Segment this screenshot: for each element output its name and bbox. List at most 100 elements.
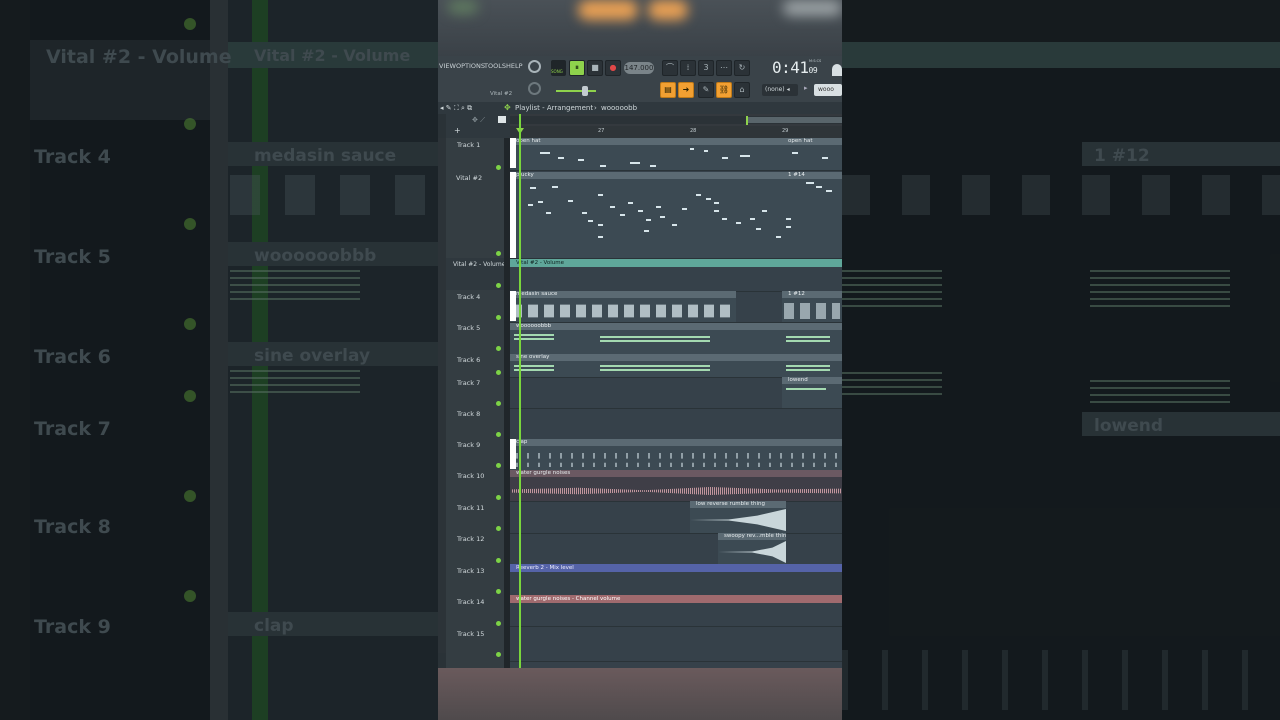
lane-track-15[interactable] xyxy=(510,626,842,662)
tool-icons[interactable]: ◂ ✎ ⛶ ⌕ ⧉ xyxy=(440,104,472,113)
track-6-label[interactable]: Track 6 xyxy=(457,356,480,364)
clip-1-12[interactable]: 1 #12 xyxy=(782,291,842,322)
record-button[interactable]: ● xyxy=(605,60,621,76)
track-4-label[interactable]: Track 4 xyxy=(457,293,480,301)
track-7-mute[interactable] xyxy=(496,401,501,406)
master-volume-slider[interactable] xyxy=(556,90,596,92)
clip-reeverb-mix[interactable]: Reeverb 2 - Mix level xyxy=(510,564,842,572)
stop-button[interactable]: ■ xyxy=(587,60,603,76)
track-2-mute[interactable] xyxy=(496,251,501,256)
clip-clap[interactable]: clap xyxy=(510,439,842,470)
lane-vital-2-volume[interactable]: Vital #2 - Volume xyxy=(510,259,842,292)
clip-low-reverse-rumble[interactable]: low reverse rumble thing xyxy=(690,501,786,533)
lane-track-12[interactable]: swoopy rev...mble thing xyxy=(510,533,842,565)
volume-slider-handle[interactable] xyxy=(582,86,588,96)
lane-track-4[interactable]: medasin sauce 1 #12 xyxy=(510,291,842,323)
song-mode-toggle[interactable]: SONG xyxy=(551,60,566,76)
menu-options[interactable]: OPTIONS xyxy=(456,62,485,70)
lane-track-9[interactable]: clap xyxy=(510,439,842,471)
tools-icon[interactable]: ✥ ⟋ xyxy=(472,116,485,125)
track-10-label[interactable]: Track 10 xyxy=(457,472,484,480)
lane-track-10[interactable]: water gurgle noises xyxy=(510,470,842,502)
track-2-label[interactable]: Vital #2 xyxy=(456,174,482,182)
track-11-mute[interactable] xyxy=(496,526,501,531)
arrow-icon[interactable]: ➜ xyxy=(678,82,694,98)
timeline-ruler[interactable]: 27 28 29 xyxy=(510,114,842,138)
menu-help[interactable]: HELP xyxy=(506,62,523,70)
lane-track-13[interactable]: Reeverb 2 - Mix level xyxy=(510,564,842,596)
track-9-mute[interactable] xyxy=(496,463,501,468)
step-edit-icon[interactable]: ⋯ xyxy=(716,60,732,76)
preset-field[interactable]: wooo xyxy=(814,84,842,96)
track-1-mute[interactable] xyxy=(496,165,501,170)
lane-track-11[interactable]: low reverse rumble thing xyxy=(510,501,842,534)
clip-water-gurgle[interactable]: water gurgle noises xyxy=(510,470,842,501)
track-14-mute[interactable] xyxy=(496,621,501,626)
clip-water-label: water gurgle noises xyxy=(510,470,842,477)
clip-open-hat[interactable]: open hat xyxy=(510,138,782,170)
lane-vital-2[interactable]: plucky 1 #14 xyxy=(510,172,842,259)
clip-swoopy[interactable]: swoopy rev...mble thing xyxy=(718,533,786,564)
lane-track-5[interactable]: woooooobbb xyxy=(510,323,842,355)
play-pattern-arrow-icon[interactable]: ▸ xyxy=(804,84,812,96)
play-button[interactable]: ⏸ xyxy=(569,60,585,76)
track-3-label[interactable]: Vital #2 - Volume xyxy=(453,261,505,268)
clip-medasin-label: medasin sauce xyxy=(510,291,736,298)
clip-medasin-sauce[interactable]: medasin sauce xyxy=(510,291,736,322)
tempo-display[interactable]: 147.000 xyxy=(624,62,654,74)
master-knob[interactable] xyxy=(528,60,541,73)
track-11-label[interactable]: Track 11 xyxy=(457,504,484,512)
add-track-icon[interactable]: + xyxy=(454,126,461,135)
link-icon[interactable]: ⛓ xyxy=(716,82,732,98)
track-8-mute[interactable] xyxy=(496,432,501,437)
lane-track-14[interactable]: water gurgle noises - Channel volume xyxy=(510,595,842,627)
plugin-icon[interactable]: ✎ xyxy=(698,82,714,98)
track-4-mute[interactable] xyxy=(496,315,501,320)
track-15-mute[interactable] xyxy=(496,652,501,657)
playlist-grid[interactable]: open hat open hat plucky 1 #14 Vital #2 … xyxy=(510,138,842,668)
track-13-mute[interactable] xyxy=(496,589,501,594)
track-15-label[interactable]: Track 15 xyxy=(457,630,484,638)
track-6-mute[interactable] xyxy=(496,370,501,375)
track-7-label[interactable]: Track 7 xyxy=(457,379,480,387)
clip-woooooobbb[interactable]: woooooobbb xyxy=(510,323,842,354)
playlist-icon[interactable]: ▤ xyxy=(660,82,676,98)
track-5-label[interactable]: Track 5 xyxy=(457,324,480,332)
clip-1-14[interactable]: 1 #14 xyxy=(782,172,842,258)
lane-track-8[interactable] xyxy=(510,408,842,440)
clip-lowend[interactable]: lowend xyxy=(782,377,842,408)
left-scrollbar[interactable] xyxy=(438,138,446,653)
track-14-label[interactable]: Track 14 xyxy=(457,598,484,606)
metronome-icon[interactable]: ⌒ xyxy=(662,60,678,76)
browser-icon[interactable]: ⌂ xyxy=(734,82,750,98)
pitch-knob[interactable] xyxy=(528,82,541,95)
track-1-label[interactable]: Track 1 xyxy=(457,141,480,149)
menu-view[interactable]: VIEW xyxy=(439,62,456,70)
pattern-selector[interactable]: (none) ◂ xyxy=(762,84,798,96)
track-9-label[interactable]: Track 9 xyxy=(457,441,480,449)
track-12-mute[interactable] xyxy=(496,558,501,563)
wait-input-icon[interactable]: ⁞ xyxy=(680,60,696,76)
clip-plucky[interactable]: plucky xyxy=(510,172,782,258)
track-10-mute[interactable] xyxy=(496,495,501,500)
playhead[interactable] xyxy=(519,114,521,668)
menu-tools[interactable]: TOOLS xyxy=(484,62,506,70)
countdown-icon[interactable]: 3 xyxy=(698,60,714,76)
lane-track-7[interactable]: lowend xyxy=(510,377,842,409)
lane-track-1[interactable]: open hat open hat xyxy=(510,138,842,171)
lane-track-6[interactable]: sine overlay xyxy=(510,354,842,378)
loop-marker xyxy=(746,116,748,125)
clip-sine-overlay[interactable]: sine overlay xyxy=(510,354,842,377)
clip-water-volume[interactable]: water gurgle noises - Channel volume xyxy=(510,595,842,603)
clip-vital-volume[interactable]: Vital #2 - Volume xyxy=(510,259,842,267)
track-12-label[interactable]: Track 12 xyxy=(457,535,484,543)
track-5-mute[interactable] xyxy=(496,346,501,351)
scroll-handle[interactable] xyxy=(748,117,842,123)
track-8-label[interactable]: Track 8 xyxy=(457,410,480,418)
piano-icon[interactable] xyxy=(498,116,506,123)
clip-open-hat-2[interactable]: open hat xyxy=(782,138,842,170)
track-3-mute[interactable] xyxy=(496,283,501,288)
track-13-label[interactable]: Track 13 xyxy=(457,567,484,575)
loop-record-icon[interactable]: ↻ xyxy=(734,60,750,76)
snap-icon[interactable]: ✥ xyxy=(504,103,511,112)
